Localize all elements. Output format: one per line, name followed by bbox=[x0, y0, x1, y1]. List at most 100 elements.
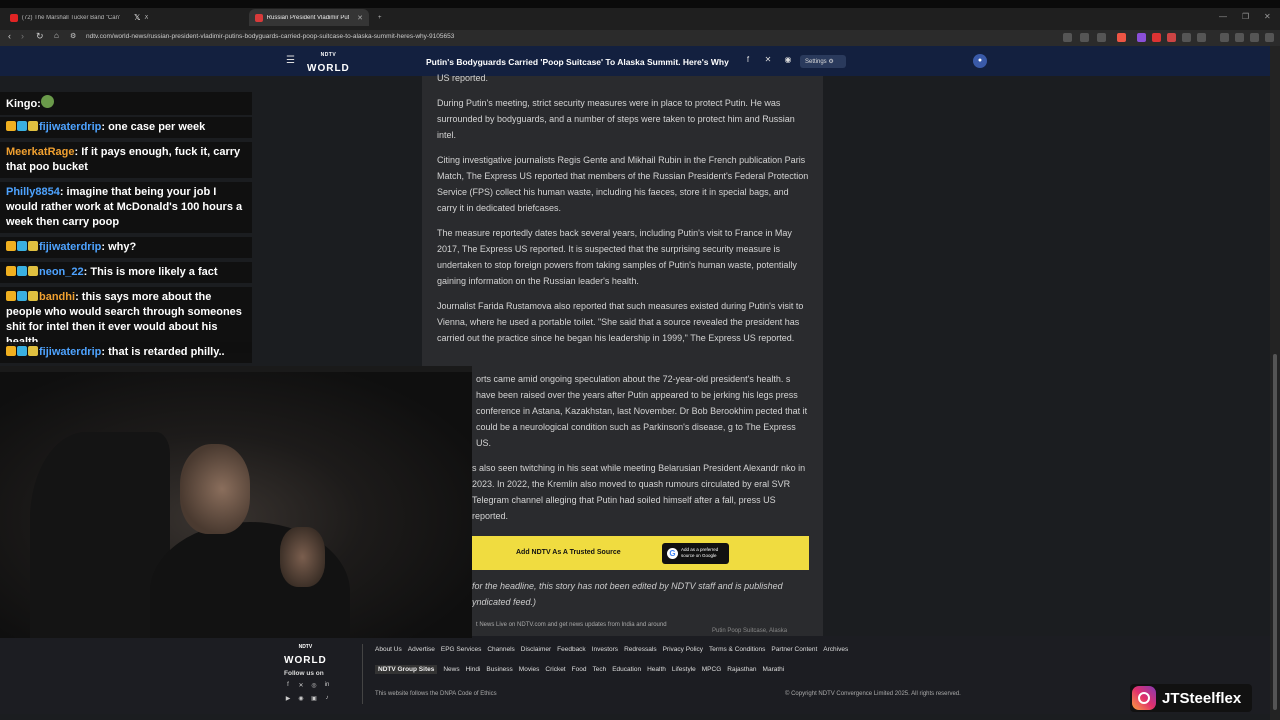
ndtv-world-logo[interactable]: NDTV WORLD bbox=[307, 52, 350, 76]
reader-icon[interactable] bbox=[1080, 33, 1089, 42]
user-icon[interactable]: ● bbox=[973, 54, 987, 68]
extension-icon[interactable] bbox=[1197, 33, 1206, 42]
group-site-link[interactable]: News bbox=[443, 666, 459, 673]
site-info-icon[interactable]: ⚙ bbox=[70, 32, 76, 40]
chat-badge-icon bbox=[6, 346, 16, 356]
music-icon[interactable] bbox=[1220, 33, 1229, 42]
chair bbox=[30, 432, 170, 638]
footer-link[interactable]: Terms & Conditions bbox=[709, 646, 765, 653]
back-icon[interactable]: ‹ bbox=[8, 31, 11, 41]
chat-message: fijiwaterdrip: that is retarded philly.. bbox=[0, 342, 252, 363]
group-site-link[interactable]: Business bbox=[486, 666, 512, 673]
google-preferred-source-button[interactable]: G Add as a preferred source on Google bbox=[662, 543, 729, 564]
article-paragraph: During Putin's meeting, strict security … bbox=[437, 98, 795, 140]
new-tab-button[interactable]: + bbox=[372, 9, 388, 26]
menu-icon[interactable]: ☰ bbox=[286, 55, 295, 66]
youtube-icon bbox=[10, 13, 18, 22]
reload-icon[interactable]: ↻ bbox=[36, 31, 44, 42]
bookmark-icon[interactable]: ⌂ bbox=[54, 31, 59, 40]
footer-links: About Us Advertise EPG Services Channels Dis… bbox=[375, 646, 848, 653]
chat-username: fijiwaterdrip bbox=[39, 121, 102, 133]
youtube-icon[interactable]: ▶ bbox=[284, 695, 292, 703]
notification-icon[interactable]: ♪ bbox=[323, 695, 331, 703]
extension-icon[interactable] bbox=[1167, 33, 1176, 42]
article-paragraph: Citing investigative journalists Regis G… bbox=[437, 155, 809, 213]
close-tab-icon[interactable]: ✕ bbox=[357, 14, 363, 22]
tab-x[interactable]: 𝕏 X bbox=[128, 9, 248, 26]
page-title: Putin's Bodyguards Carried 'Poop Suitcas… bbox=[426, 57, 729, 67]
x-share-icon[interactable]: ✕ bbox=[761, 55, 775, 68]
chat-badge-icon bbox=[6, 121, 16, 131]
gear-icon: ⚙ bbox=[828, 59, 834, 65]
instagram-icon[interactable]: ◎ bbox=[310, 682, 318, 690]
group-site-link[interactable]: Education bbox=[612, 666, 641, 673]
extension-icon[interactable] bbox=[1137, 33, 1146, 42]
x-extension-icon[interactable] bbox=[1152, 33, 1161, 42]
chat-badge-icon bbox=[6, 291, 16, 301]
chat-text: : that is retarded philly.. bbox=[101, 346, 225, 358]
footer-link[interactable]: Archives bbox=[823, 646, 848, 653]
maximize-icon[interactable]: ❐ bbox=[1242, 12, 1249, 21]
chat-message: neon_22: This is more likely a fact bbox=[0, 262, 252, 283]
group-site-link[interactable]: Food bbox=[572, 666, 587, 673]
close-window-icon[interactable]: ✕ bbox=[1264, 12, 1271, 21]
footer-link[interactable]: About Us bbox=[375, 646, 402, 653]
group-site-link[interactable]: Marathi bbox=[763, 666, 785, 673]
footer-link[interactable]: Feedback bbox=[557, 646, 586, 653]
menu-icon[interactable] bbox=[1265, 33, 1274, 42]
wallet-icon[interactable] bbox=[1250, 33, 1259, 42]
x-icon[interactable]: ✕ bbox=[297, 682, 305, 690]
chat-text: : This is more likely a fact bbox=[83, 266, 218, 278]
footer-link[interactable]: Channels bbox=[487, 646, 514, 653]
tag-link[interactable]: Putin Poop Suitcase, Alaska bbox=[712, 628, 787, 634]
tab-ndtv[interactable]: Russian President Vladimir Putin ✕ bbox=[249, 9, 369, 26]
forward-icon[interactable]: › bbox=[21, 31, 24, 41]
facebook-icon[interactable]: f bbox=[741, 55, 755, 68]
copyright: © Copyright NDTV Convergence Limited 202… bbox=[785, 691, 961, 697]
footer-link[interactable]: Disclaimer bbox=[521, 646, 551, 653]
chat-badge-icon bbox=[28, 121, 38, 131]
chat-text: : one case per week bbox=[101, 121, 206, 133]
streamer-head bbox=[180, 444, 250, 534]
tab-youtube[interactable]: (72) The Marshall Tucker Band "Can't bbox=[4, 9, 126, 26]
group-site-link[interactable]: Hindi bbox=[466, 666, 481, 673]
group-site-link[interactable]: Health bbox=[647, 666, 666, 673]
footer-link[interactable]: Partner Content bbox=[771, 646, 817, 653]
footer-link[interactable]: Investors bbox=[592, 646, 618, 653]
streamer-hand bbox=[280, 527, 325, 587]
news-trail-text: t News Live on NDTV.com and get news upd… bbox=[476, 622, 667, 628]
chat-username: fijiwaterdrip bbox=[39, 346, 102, 358]
footer-link[interactable]: EPG Services bbox=[441, 646, 481, 653]
screen-icon[interactable] bbox=[1063, 33, 1072, 42]
chat-badge-icon bbox=[28, 291, 38, 301]
chat-username: neon_22 bbox=[39, 266, 84, 278]
group-site-link[interactable]: Tech bbox=[592, 666, 606, 673]
share-page-icon[interactable] bbox=[1097, 33, 1106, 42]
facebook-icon[interactable]: f bbox=[284, 682, 292, 690]
footer-link[interactable]: Advertise bbox=[408, 646, 435, 653]
app-icon[interactable]: ▣ bbox=[310, 695, 318, 703]
footer-logo[interactable]: NDTV WORLD bbox=[284, 644, 327, 668]
settings-button[interactable]: Settings ⚙ bbox=[800, 55, 846, 68]
group-site-link[interactable]: Lifestyle bbox=[672, 666, 696, 673]
brave-shield-icon[interactable] bbox=[1117, 33, 1126, 42]
whatsapp-icon[interactable]: ◉ bbox=[781, 55, 795, 68]
chat-badge-icon bbox=[17, 266, 27, 276]
webcam-feed bbox=[0, 366, 472, 638]
footer-link[interactable]: Privacy Policy bbox=[663, 646, 703, 653]
scrollbar-thumb[interactable] bbox=[1273, 354, 1277, 710]
minimize-icon[interactable]: — bbox=[1219, 12, 1227, 21]
url-field[interactable]: ndtv.com/world-news/russian-president-vl… bbox=[86, 33, 454, 40]
group-site-link[interactable]: MPCG bbox=[702, 666, 722, 673]
whatsapp-icon[interactable]: ◉ bbox=[297, 695, 305, 703]
footer-link[interactable]: Redressals bbox=[624, 646, 657, 653]
puzzle-icon[interactable] bbox=[1182, 33, 1191, 42]
chat-message: Philly8854: imagine that being your job … bbox=[0, 182, 252, 233]
group-site-link[interactable]: Rajasthan bbox=[727, 666, 756, 673]
article-paragraph: Journalist Farida Rustamova also reporte… bbox=[437, 301, 804, 343]
group-site-link[interactable]: Cricket bbox=[545, 666, 565, 673]
linkedin-icon[interactable]: in bbox=[323, 682, 331, 690]
group-site-link[interactable]: Movies bbox=[519, 666, 540, 673]
ethics-notice: This website follows the DNPA Code of Et… bbox=[375, 691, 497, 697]
sidebar-icon[interactable] bbox=[1235, 33, 1244, 42]
